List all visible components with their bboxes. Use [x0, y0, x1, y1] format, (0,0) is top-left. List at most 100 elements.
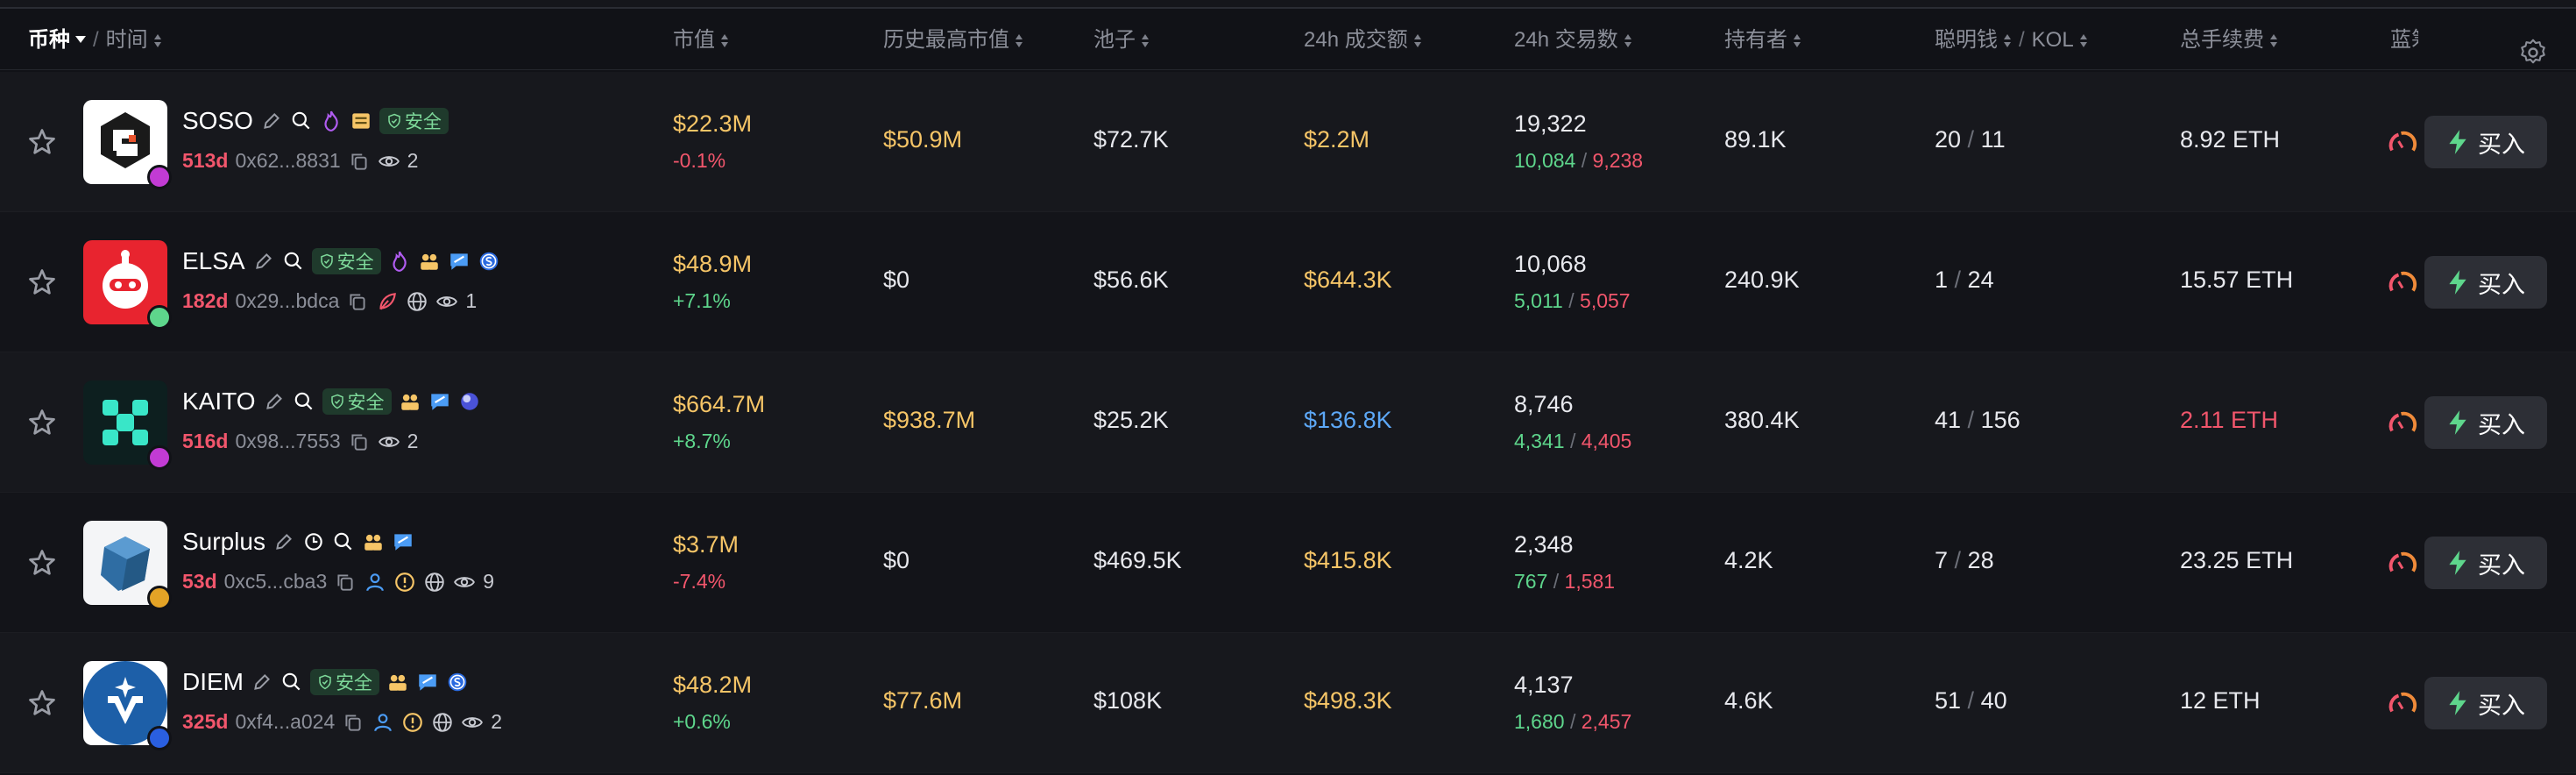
column-label: KOL — [2031, 28, 2074, 52]
search-icon[interactable] — [332, 530, 355, 553]
kol-count: 28 — [1967, 547, 1994, 573]
star-icon[interactable] — [26, 547, 58, 579]
sort-icon[interactable] — [2003, 33, 2012, 47]
token-name[interactable]: Surplus — [182, 528, 265, 556]
eye-icon — [436, 295, 458, 307]
txns-split: 4,341 / 4,405 — [1514, 430, 1631, 453]
user-icon[interactable] — [372, 711, 394, 734]
pool-value: $469.5K — [1093, 547, 1182, 573]
column-time-sort[interactable]: 时间 — [106, 28, 148, 52]
token-age: 182d — [182, 289, 229, 312]
gear-icon[interactable] — [2517, 37, 2549, 68]
search-icon[interactable] — [280, 671, 303, 693]
gauge-icon — [2388, 271, 2417, 292]
copy-icon[interactable] — [342, 711, 364, 734]
chat-icon[interactable] — [428, 390, 451, 413]
column-smart-money-kol[interactable]: 聪明钱 / KOL — [1935, 11, 2088, 70]
copy-icon[interactable] — [334, 571, 357, 594]
sort-icon[interactable] — [1624, 33, 1632, 47]
top-divider — [0, 0, 2576, 9]
token-address[interactable]: 0xf4...a024 — [235, 710, 335, 734]
dollar-icon — [479, 252, 498, 271]
sort-icon[interactable] — [1015, 33, 1023, 47]
table-row[interactable]: SOSO 安全 513d 0x62...8831 2 $22.3M -0.1% $50.9M $… — [0, 72, 2576, 212]
buy-button[interactable]: 买入 — [2424, 537, 2547, 589]
search-icon[interactable] — [293, 390, 315, 413]
search-icon[interactable] — [290, 110, 313, 132]
user-icon[interactable] — [364, 571, 386, 594]
safe-badge: 安全 — [311, 248, 381, 274]
buy-button[interactable]: 买入 — [2424, 396, 2547, 449]
buy-button[interactable]: 买入 — [2424, 116, 2547, 168]
globe-icon[interactable] — [423, 571, 446, 594]
sort-icon[interactable] — [1793, 33, 1801, 47]
edit-icon[interactable] — [263, 390, 286, 413]
token-address[interactable]: 0x98...7553 — [235, 430, 340, 453]
txns-separator: / — [1575, 149, 1593, 172]
table-row[interactable]: KAITO 安全 516d 0x98...7553 2 $664.7M +8.7% $938.… — [0, 352, 2576, 493]
txns-separator: / — [1562, 289, 1581, 312]
sort-icon[interactable] — [720, 33, 729, 47]
column-bluechip[interactable]: 蓝筹 — [2390, 11, 2418, 70]
star-icon[interactable] — [26, 267, 58, 298]
sort-icon[interactable] — [1413, 33, 1422, 47]
chat-icon[interactable] — [416, 671, 439, 693]
token-name[interactable]: ELSA — [182, 247, 245, 275]
edit-icon[interactable] — [272, 530, 295, 553]
table-row[interactable]: ELSA 安全 182d 0x29...bdca 1 $48.9M +7.1% $0 $56.6… — [0, 212, 2576, 352]
buy-count: 5,011 — [1514, 289, 1563, 312]
token-address[interactable]: 0x29...bdca — [235, 289, 339, 313]
chat-icon[interactable] — [392, 530, 414, 553]
buy-button[interactable]: 买入 — [2424, 256, 2547, 309]
search-icon[interactable] — [282, 250, 305, 273]
buy-count: 10,084 — [1514, 149, 1576, 172]
pool-value: $25.2K — [1093, 407, 1169, 433]
table-row[interactable]: DIEM 安全 325d 0xf4...a024 2 $48.2M +0.6% $77.6M $… — [0, 633, 2576, 773]
token-name[interactable]: DIEM — [182, 668, 244, 696]
column-pool[interactable]: 池子 — [1093, 11, 1150, 70]
feather-icon[interactable] — [376, 290, 399, 313]
copy-icon[interactable] — [348, 150, 371, 173]
column-total-fees[interactable]: 总手续费 — [2180, 11, 2278, 70]
star-icon[interactable] — [26, 687, 58, 719]
warning-icon — [395, 572, 415, 592]
column-txns-24h[interactable]: 24h 交易数 — [1514, 11, 1632, 70]
token-address[interactable]: 0x62...8831 — [235, 149, 340, 173]
column-volume-24h[interactable]: 24h 成交额 — [1304, 11, 1422, 70]
token-name-line: SOSO 安全 — [182, 107, 449, 135]
gauge-icon — [2388, 131, 2417, 152]
total-fees-value: 12 ETH — [2180, 687, 2261, 714]
edit-icon[interactable] — [260, 110, 283, 132]
buy-button[interactable]: 买入 — [2424, 677, 2547, 729]
column-holders[interactable]: 持有者 — [1724, 11, 1801, 70]
star-icon[interactable] — [26, 126, 58, 158]
orb-icon — [460, 393, 478, 410]
copy-icon[interactable] — [348, 430, 371, 453]
chat-icon[interactable] — [448, 250, 471, 273]
chevron-down-icon[interactable] — [75, 36, 86, 43]
token-name-line: KAITO 安全 — [182, 388, 481, 416]
token-address[interactable]: 0xc5...cba3 — [224, 570, 328, 594]
lightning-icon — [2449, 691, 2466, 715]
column-coin-sort[interactable]: 币种 — [28, 28, 70, 52]
sort-icon[interactable] — [1141, 33, 1150, 47]
edit-icon[interactable] — [252, 250, 275, 273]
chain-badge-icon — [147, 726, 172, 750]
table-row[interactable]: Surplus 53d 0xc5...cba3 9 $3.7M -7.4% $0 $469.5… — [0, 493, 2576, 633]
copy-icon[interactable] — [346, 290, 369, 313]
sort-icon[interactable] — [153, 33, 162, 47]
lightning-icon — [2449, 130, 2466, 154]
globe-icon[interactable] — [431, 711, 454, 734]
token-name[interactable]: SOSO — [182, 107, 253, 135]
market-cap-value: $48.2M — [673, 672, 753, 698]
globe-icon[interactable] — [406, 290, 428, 313]
edit-icon[interactable] — [251, 671, 273, 693]
token-name[interactable]: KAITO — [182, 388, 256, 416]
star-icon[interactable] — [26, 407, 58, 438]
column-ath-market-cap[interactable]: 历史最高市值 — [883, 11, 1023, 70]
column-market-cap[interactable]: 市值 — [673, 11, 729, 70]
token-name-line: Surplus — [182, 528, 414, 556]
watcher-count: 9 — [483, 570, 495, 593]
sort-icon[interactable] — [2269, 33, 2278, 47]
sort-icon[interactable] — [2079, 33, 2088, 47]
